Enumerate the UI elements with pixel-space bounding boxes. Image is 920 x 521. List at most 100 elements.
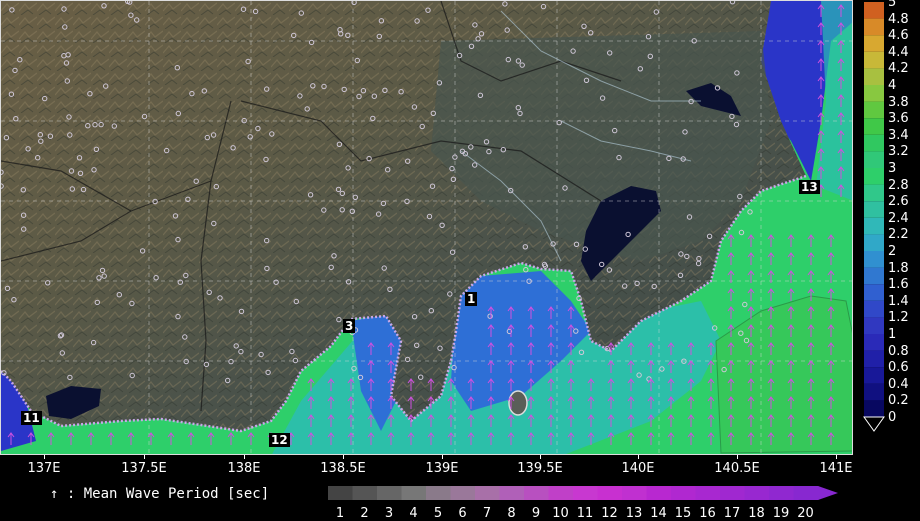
colorbar-label: 4.2 xyxy=(888,61,909,77)
x-tick-label: 138E xyxy=(227,461,261,476)
colorbar-swatch xyxy=(864,18,884,36)
colorbar-label: 5 xyxy=(888,0,897,10)
x-tick-label: 139.5E xyxy=(517,461,563,476)
colorbar-label: 0.2 xyxy=(888,393,909,409)
x-tick-mark xyxy=(244,455,245,459)
wave-period-legend: ↑ : Mean Wave Period [sec] 1 2 3 4 5 6 7 8 9 10 11… xyxy=(0,480,920,521)
period-scale-swatch xyxy=(573,486,598,500)
colorbar-label: 1.4 xyxy=(888,293,909,309)
colorbar-swatch xyxy=(864,85,884,102)
colorbar-label: 0 xyxy=(888,410,897,425)
island-oshima xyxy=(508,390,528,416)
colorbar-swatch xyxy=(864,68,884,85)
colorbar-swatch xyxy=(864,101,884,119)
colorbar-label: 2.6 xyxy=(888,194,909,210)
colorbar-swatch xyxy=(864,168,884,185)
x-tick-mark xyxy=(44,455,45,459)
colorbar-label: 4.4 xyxy=(888,44,909,60)
colorbar-swatches xyxy=(863,2,885,432)
colorbar-label: 2 xyxy=(888,244,897,259)
colorbar-swatch xyxy=(864,151,884,168)
period-scale-swatch xyxy=(695,486,721,500)
period-scale-swatch xyxy=(401,486,427,500)
period-scale-swatch xyxy=(671,486,696,500)
colorbar-swatch xyxy=(864,284,884,301)
x-tick-mark xyxy=(144,455,145,459)
x-tick-mark xyxy=(836,455,837,459)
colorbar-label: 4.6 xyxy=(888,28,909,44)
x-tick-label: 137.5E xyxy=(121,461,167,476)
wave-height-colorbar: 5 4.8 4.6 4.4 4.2 4 3.8 3.6 3.4 3.2 3 2.8 2.6 2.4 2.2 2… xyxy=(862,0,920,445)
wave-map: 1 3 11 12 13 xyxy=(0,0,853,455)
station-marker-12[interactable]: 12 xyxy=(269,433,290,447)
period-scale-swatch xyxy=(769,486,794,500)
colorbar-swatch xyxy=(864,118,884,135)
map-canvas xyxy=(1,1,852,454)
x-tick-label: 140.5E xyxy=(714,461,760,476)
colorbar-label: 1.2 xyxy=(888,310,909,326)
period-scale-swatch xyxy=(499,486,525,500)
colorbar-label: 3 xyxy=(888,161,897,176)
colorbar-swatch xyxy=(864,334,884,351)
colorbar-swatch xyxy=(864,300,884,318)
period-scale-end-triangle xyxy=(818,486,838,500)
period-scale-bar xyxy=(328,486,838,500)
colorbar-swatch xyxy=(864,267,884,285)
legend-title: ↑ : Mean Wave Period [sec] xyxy=(50,486,270,502)
x-tick-label: 138.5E xyxy=(320,461,366,476)
period-scale-swatch xyxy=(352,486,378,500)
x-tick-mark xyxy=(540,455,541,459)
colorbar-swatch xyxy=(864,367,884,384)
station-marker-3[interactable]: 3 xyxy=(343,319,356,333)
period-scale-swatch xyxy=(450,486,476,500)
colorbar-swatch xyxy=(864,234,884,251)
colorbar-label: 1.8 xyxy=(888,260,909,276)
x-tick-label: 141E xyxy=(819,461,853,476)
colorbar-swatch xyxy=(864,184,884,202)
colorbar-label: 4.8 xyxy=(888,11,909,27)
period-scale-swatch xyxy=(548,486,574,500)
colorbar-end-triangle xyxy=(863,416,885,432)
colorbar-label: 2.8 xyxy=(888,177,909,193)
x-tick-label: 137E xyxy=(27,461,61,476)
period-scale-swatch xyxy=(793,486,819,500)
colorbar-swatch xyxy=(864,134,884,152)
colorbar-label: 3.4 xyxy=(888,127,909,143)
colorbar-swatch xyxy=(864,51,884,69)
colorbar-swatch xyxy=(864,35,884,52)
colorbar-label: 0.6 xyxy=(888,360,909,376)
period-scale-swatch xyxy=(622,486,647,500)
period-scale-swatch xyxy=(377,486,402,500)
station-marker-1[interactable]: 1 xyxy=(465,292,478,306)
x-tick-mark xyxy=(442,455,443,459)
period-scale-swatch xyxy=(720,486,745,500)
colorbar-swatch xyxy=(864,2,884,19)
x-tick-label: 139E xyxy=(425,461,459,476)
colorbar-swatch xyxy=(864,383,884,401)
colorbar-label: 1 xyxy=(888,327,897,342)
colorbar-swatch xyxy=(864,350,884,368)
colorbar-label: 0.4 xyxy=(888,376,909,392)
period-scale-swatch xyxy=(328,486,353,500)
colorbar-label: 2.4 xyxy=(888,210,909,226)
colorbar-label: 0.8 xyxy=(888,343,909,359)
x-tick-mark xyxy=(638,455,639,459)
station-marker-11[interactable]: 11 xyxy=(21,411,42,425)
period-scale-swatch xyxy=(646,486,672,500)
period-scale-swatch xyxy=(426,486,451,500)
colorbar-swatch xyxy=(864,317,884,334)
colorbar-swatch xyxy=(864,251,884,268)
period-scale-swatch xyxy=(524,486,549,500)
colorbar-label: 3.6 xyxy=(888,111,909,127)
wave-period-scale: 1 2 3 4 5 6 7 8 9 10 11 12 13 14 15 16 17 18 19 20 xyxy=(328,484,840,521)
colorbar-label: 3.2 xyxy=(888,144,909,160)
period-scale-swatch xyxy=(744,486,770,500)
colorbar-swatch xyxy=(864,400,884,417)
colorbar-label: 3.8 xyxy=(888,94,909,110)
x-tick-mark xyxy=(737,455,738,459)
x-tick-label: 140E xyxy=(621,461,655,476)
colorbar-label: 1.6 xyxy=(888,277,909,293)
station-marker-13[interactable]: 13 xyxy=(799,180,820,194)
period-scale-swatch xyxy=(475,486,500,500)
colorbar-label: 4 xyxy=(888,78,897,93)
